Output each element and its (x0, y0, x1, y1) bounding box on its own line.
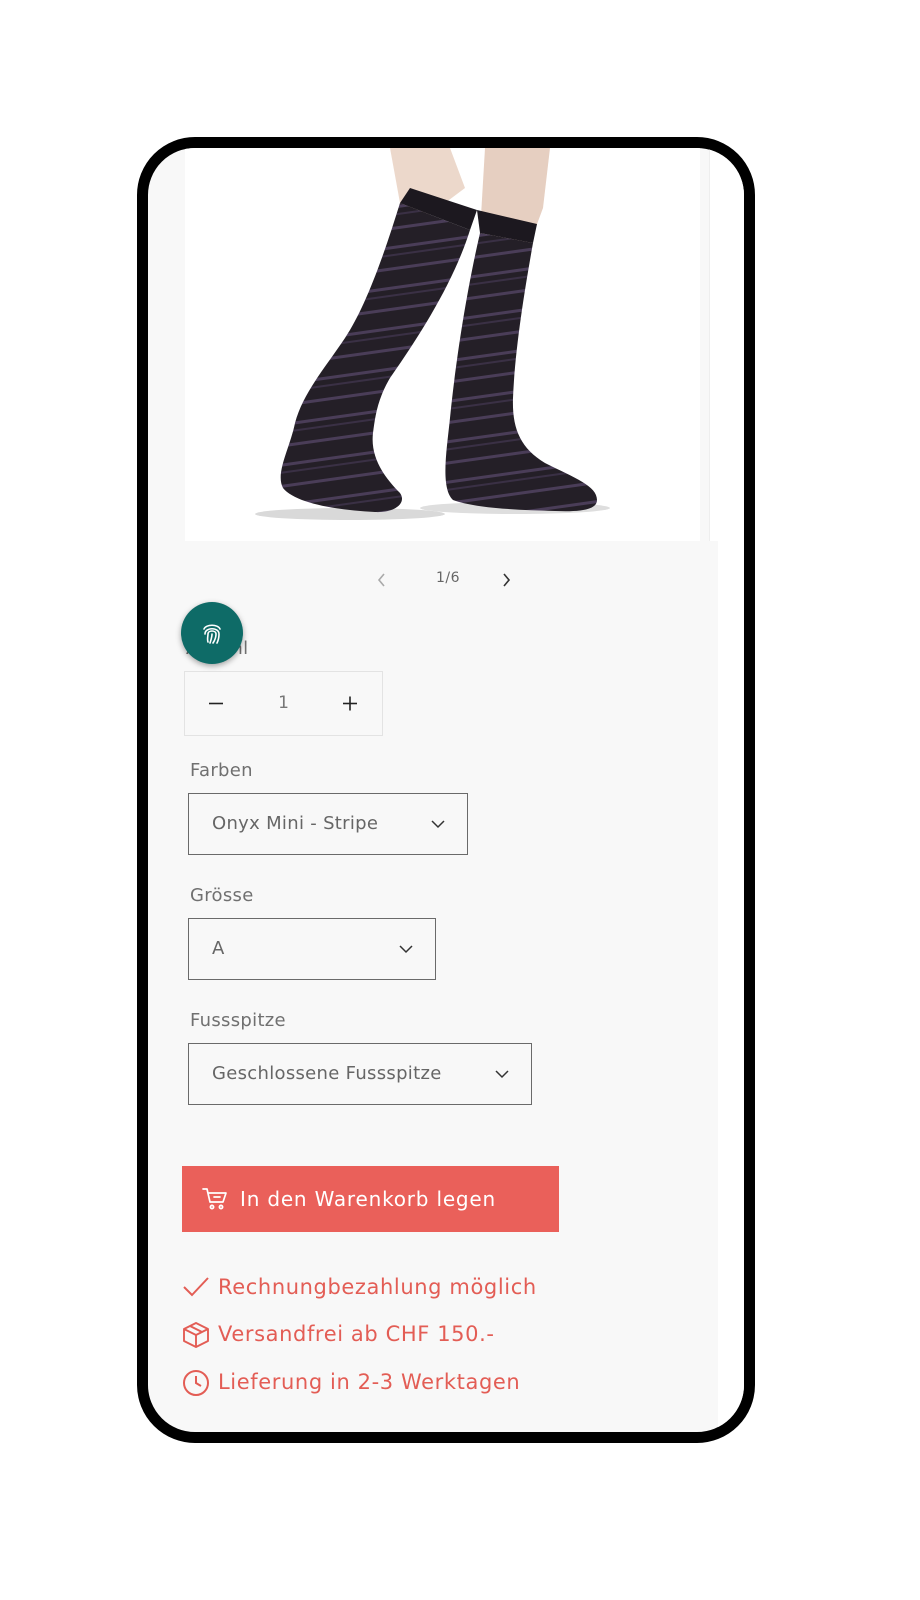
check-icon (183, 1277, 209, 1297)
phone-frame: 1/6 Anzahl (137, 137, 755, 1443)
slider-nav: 1/6 (148, 568, 744, 592)
box-icon (183, 1322, 209, 1348)
slider-counter: 1/6 (435, 570, 461, 586)
toe-select[interactable]: Geschlossene Fussspitze (188, 1043, 532, 1105)
chevron-right-icon (503, 573, 511, 587)
screen: 1/6 Anzahl (148, 148, 744, 1432)
color-label: Farben (190, 760, 253, 781)
product-image[interactable] (185, 148, 700, 541)
color-select[interactable]: Onyx Mini - Stripe (188, 793, 468, 855)
socks-illustration (255, 148, 610, 520)
minus-icon (209, 702, 223, 705)
quantity-decrease-button[interactable] (185, 672, 245, 735)
chevron-left-icon (377, 573, 385, 587)
clock-icon (183, 1370, 209, 1396)
feature-shipping-text: Versandfrei ab CHF 150.- (218, 1322, 495, 1346)
chevron-down-icon (399, 945, 413, 954)
chevron-down-icon (495, 1070, 509, 1079)
fingerprint-button[interactable] (181, 602, 243, 664)
fingerprint-icon (203, 624, 221, 644)
add-to-cart-label: In den Warenkorb legen (240, 1187, 496, 1211)
quantity-input[interactable]: 1 (245, 672, 322, 735)
slider-prev-button[interactable] (370, 568, 394, 592)
cart-icon (202, 1188, 227, 1210)
size-select[interactable]: A (188, 918, 436, 980)
toe-select-value: Geschlossene Fussspitze (212, 1063, 442, 1084)
quantity-stepper: 1 (184, 671, 383, 736)
chevron-down-icon (431, 820, 445, 829)
size-select-value: A (212, 938, 225, 959)
slider-next-button[interactable] (494, 568, 518, 592)
quantity-increase-button[interactable] (322, 672, 382, 735)
size-label: Grösse (190, 885, 254, 906)
feature-delivery-text: Lieferung in 2-3 Werktagen (218, 1370, 521, 1394)
page-gutter (718, 148, 744, 1432)
add-to-cart-button[interactable]: In den Warenkorb legen (182, 1166, 559, 1232)
plus-icon (343, 696, 357, 711)
color-select-value: Onyx Mini - Stripe (212, 813, 379, 834)
feature-invoice-text: Rechnungbezahlung möglich (218, 1275, 537, 1299)
toe-label: Fussspitze (190, 1010, 286, 1031)
